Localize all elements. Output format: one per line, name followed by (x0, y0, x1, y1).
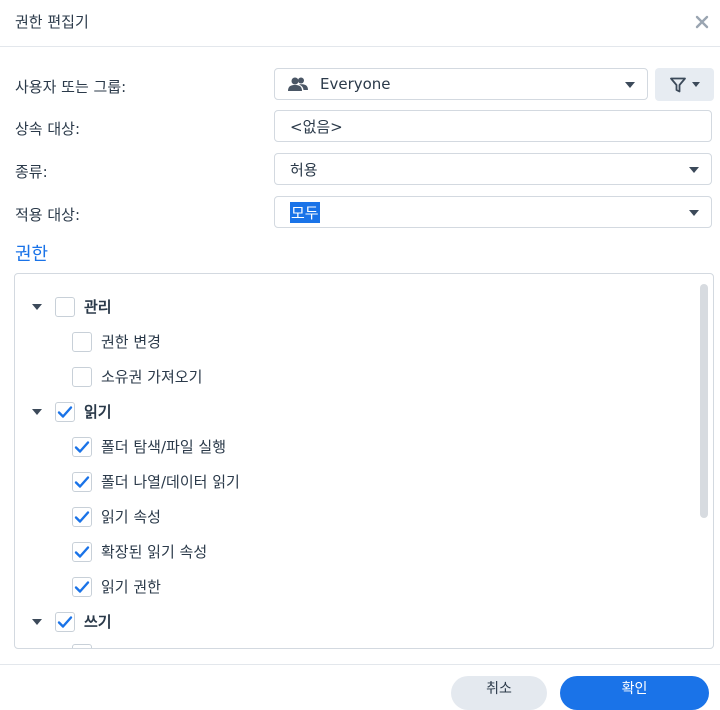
item-label: 소유권 가져오기 (101, 368, 203, 386)
close-button[interactable] (692, 12, 712, 32)
checkbox-read-permissions[interactable] (72, 576, 92, 597)
expand-triangle-icon[interactable] (32, 408, 42, 415)
user-group-select[interactable]: Everyone (274, 68, 648, 100)
permissions-tree: 관리 권한 변경 소유권 가져오기 읽기 폴더 탐색/파일 실행 폴더 나열/데… (14, 273, 714, 649)
group-label: 관리 (84, 298, 112, 316)
checkmark-icon (74, 475, 90, 488)
apply-to-value: 모두 (290, 201, 320, 223)
user-group-value: Everyone (320, 75, 391, 93)
tree-item: 읽기 권한 (72, 576, 161, 597)
dialog-title: 권한 편집기 (15, 13, 89, 31)
expand-triangle-icon[interactable] (32, 618, 42, 625)
tree-item-partial (72, 644, 101, 648)
checkbox-read-attributes[interactable] (72, 506, 92, 527)
close-icon (695, 15, 709, 29)
checkmark-icon (74, 510, 90, 523)
chevron-down-icon (689, 210, 699, 216)
tree-group-write: 쓰기 (32, 611, 112, 632)
ok-button[interactable]: 확인 (560, 676, 709, 710)
footer-divider (0, 664, 720, 665)
tree-item: 폴더 탐색/파일 실행 (72, 436, 226, 457)
item-label: 폴더 나열/데이터 읽기 (101, 473, 240, 491)
checkmark-icon (57, 615, 73, 628)
type-select[interactable]: 허용 (274, 153, 712, 185)
checkbox-manage[interactable] (55, 296, 75, 317)
checkbox-traverse-execute[interactable] (72, 436, 92, 457)
chevron-down-icon (689, 167, 699, 173)
users-icon (288, 77, 308, 91)
chevron-down-icon (625, 82, 635, 88)
inherit-label: 상속 대상: (15, 120, 81, 138)
tree-item: 폴더 나열/데이터 읽기 (72, 471, 240, 492)
checkbox-change-permissions[interactable] (72, 331, 92, 352)
group-label: 쓰기 (84, 613, 112, 631)
apply-to-select[interactable]: 모두 (274, 196, 712, 228)
filter-icon (669, 77, 686, 92)
permissions-title: 권한 (15, 244, 49, 265)
item-label: 폴더 탐색/파일 실행 (101, 438, 226, 456)
tree-item: 읽기 속성 (72, 506, 161, 527)
item-label: 읽기 속성 (101, 508, 161, 526)
item-label: 읽기 권한 (101, 578, 161, 596)
tree-item: 소유권 가져오기 (72, 366, 202, 387)
tree-group-read: 읽기 (32, 401, 112, 422)
apply-to-label: 적용 대상: (15, 206, 81, 224)
tree-item: 확장된 읽기 속성 (72, 541, 207, 562)
chevron-down-icon (691, 82, 700, 87)
type-label: 종류: (15, 163, 48, 181)
group-label: 읽기 (84, 403, 112, 421)
checkbox-read-extended-attributes[interactable] (72, 541, 92, 562)
checkbox-read[interactable] (55, 401, 75, 422)
inherit-value: <없음> (290, 117, 343, 136)
checkmark-icon (74, 580, 90, 593)
checkmark-icon (74, 545, 90, 558)
dialog-title-bar: 권한 편집기 (0, 0, 720, 47)
checkmark-icon (74, 440, 90, 453)
checkbox-list-read-data[interactable] (72, 471, 92, 492)
cancel-button[interactable]: 취소 (451, 676, 547, 710)
user-group-label: 사용자 또는 그룹: (15, 78, 127, 96)
checkmark-icon (57, 405, 73, 418)
item-label: 확장된 읽기 속성 (101, 543, 208, 561)
type-value: 허용 (290, 160, 318, 179)
tree-item: 권한 변경 (72, 331, 161, 352)
checkbox-partial[interactable] (72, 644, 92, 648)
filter-button[interactable] (655, 68, 714, 101)
tree-group-manage: 관리 (32, 296, 112, 317)
inherit-field: <없음> (274, 110, 712, 142)
item-label: 권한 변경 (101, 333, 161, 351)
expand-triangle-icon[interactable] (32, 303, 42, 310)
checkbox-take-ownership[interactable] (72, 366, 92, 387)
scrollbar[interactable] (700, 284, 708, 518)
checkbox-write[interactable] (55, 611, 75, 632)
